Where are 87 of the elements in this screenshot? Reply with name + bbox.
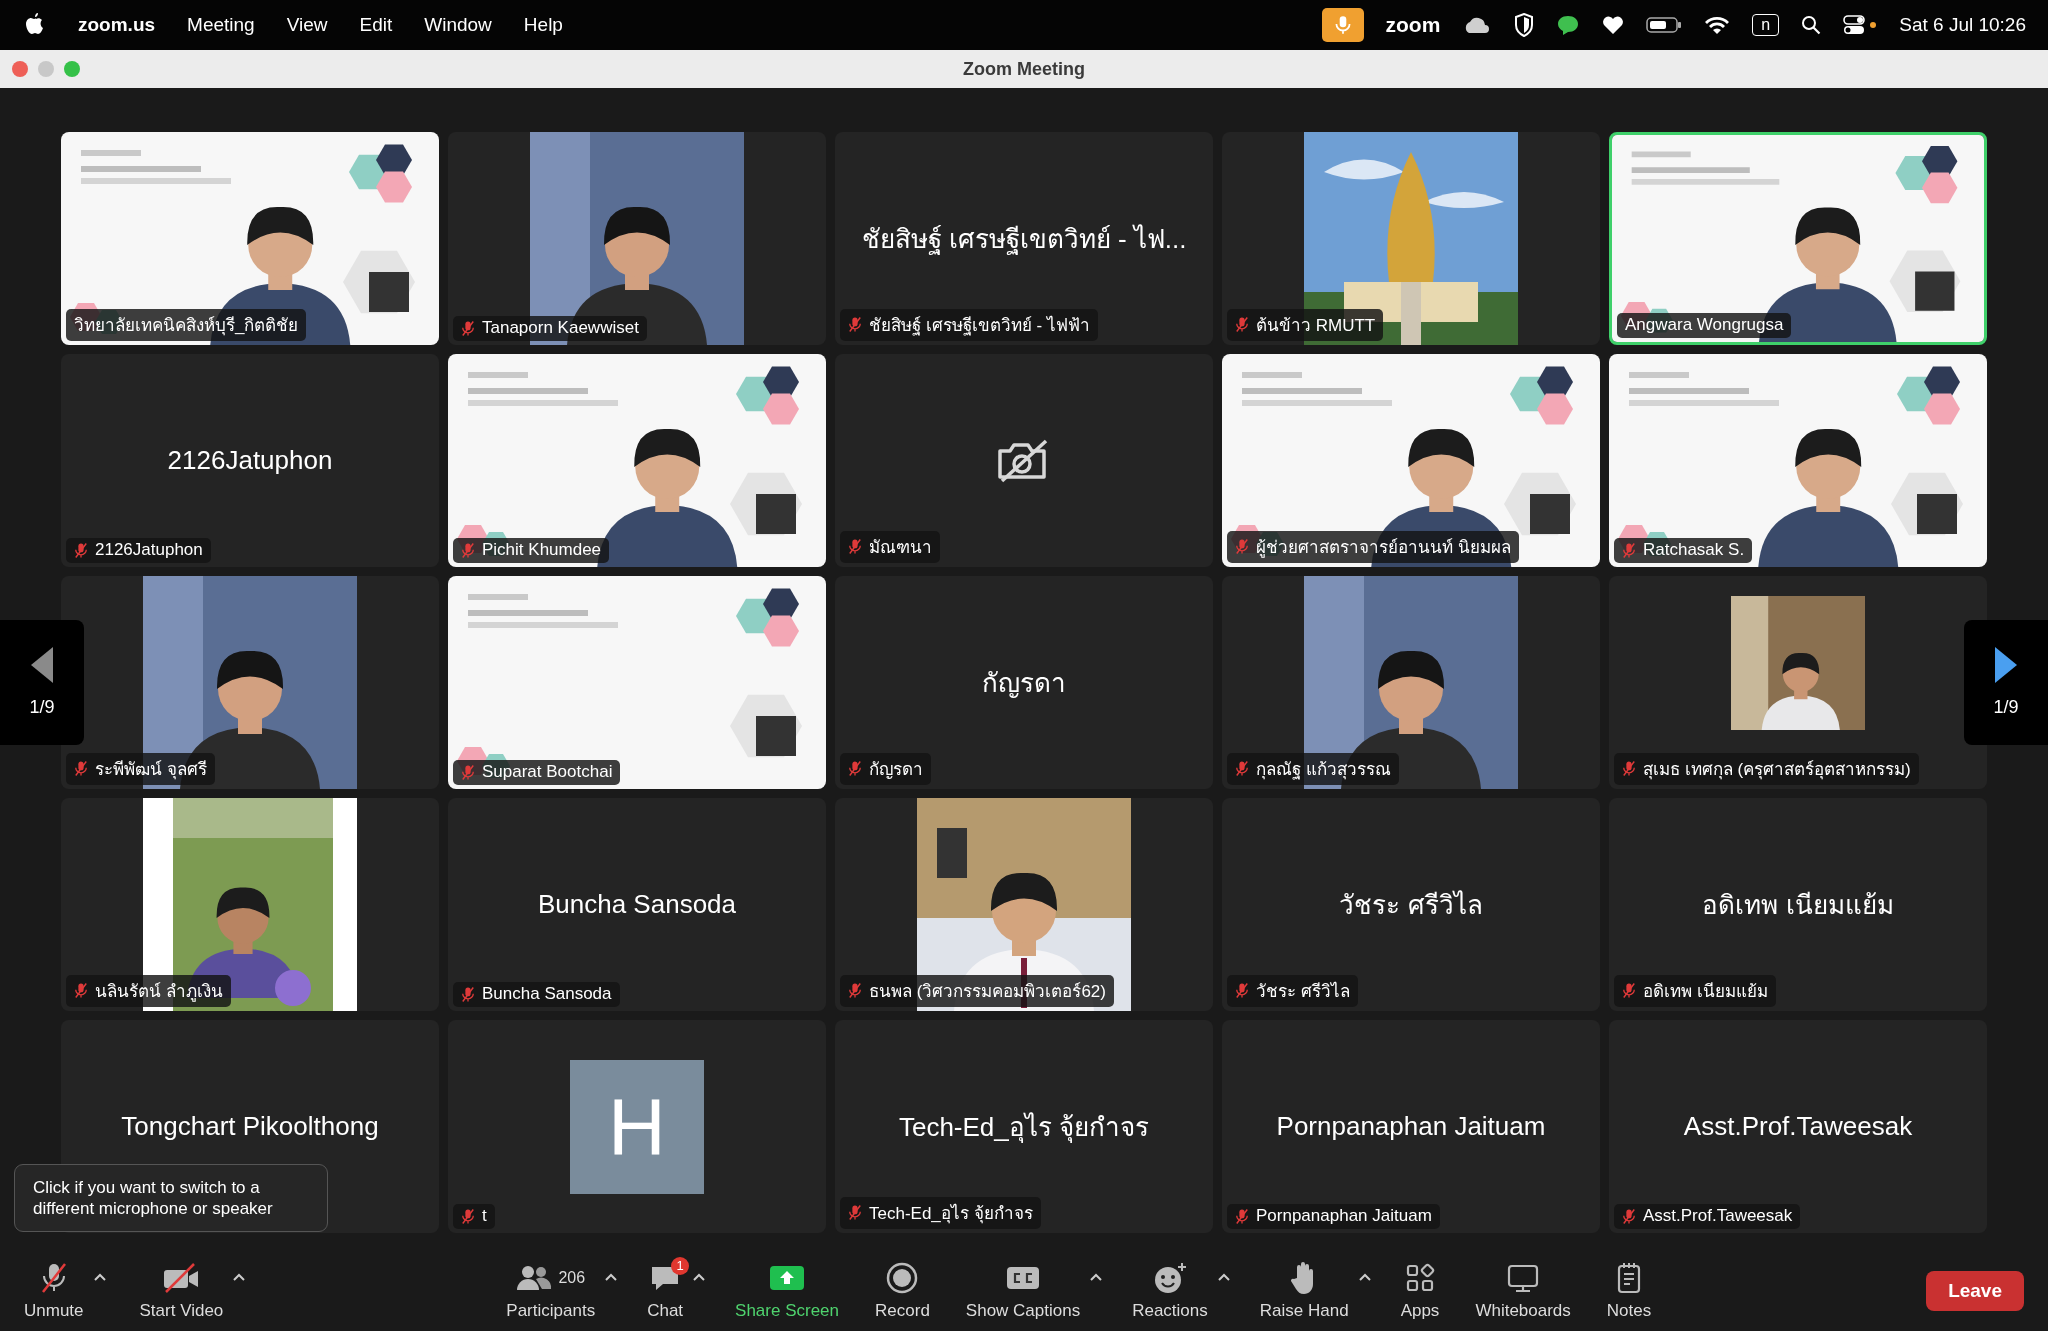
caret-icon[interactable] bbox=[93, 1272, 106, 1281]
caret-icon[interactable] bbox=[1358, 1272, 1371, 1281]
leave-button[interactable]: Leave bbox=[1926, 1270, 2024, 1311]
toolbar-button[interactable]: Reactions bbox=[1126, 1260, 1214, 1321]
input-source-indicator[interactable]: n bbox=[1752, 14, 1780, 36]
participant-name: Asst.Prof.Taweesak bbox=[1643, 1206, 1793, 1226]
window-title: Zoom Meeting bbox=[963, 58, 1085, 80]
participant-name: วิทยาลัยเทคนิคสิงห์บุรี_กิตติชัย bbox=[74, 315, 299, 338]
close-button[interactable] bbox=[12, 61, 28, 77]
record-icon bbox=[886, 1261, 919, 1294]
battery-icon[interactable] bbox=[1646, 16, 1683, 34]
whiteboard-icon bbox=[1506, 1262, 1541, 1293]
caret-icon[interactable] bbox=[1217, 1272, 1230, 1281]
participant-name: ผู้ช่วยศาสตราจารย์อานนท์ นิยมผล bbox=[1256, 537, 1511, 560]
participant-name-display: Buncha Sansoda bbox=[536, 889, 737, 920]
participant-name: Pornpanaphan Jaituam bbox=[1256, 1206, 1432, 1226]
participant-name: สุเมธ เทศกุล (ครุศาสตร์อุตสาหกรรม) bbox=[1643, 759, 1911, 782]
app-status-item[interactable]: zoom bbox=[1385, 13, 1441, 37]
app-menu[interactable]: zoom.us bbox=[78, 14, 156, 36]
participant-name: ต้นข้าว RMUTT bbox=[1256, 315, 1376, 337]
menu-item[interactable]: Help bbox=[523, 14, 563, 36]
toolbar-button[interactable]: Share Screen bbox=[729, 1260, 846, 1321]
participant-name: นลินรัตน์ ลำภูเงิน bbox=[95, 981, 223, 1004]
participant-name: t bbox=[482, 1206, 487, 1226]
avatar-initial: H bbox=[570, 1059, 704, 1194]
menu-bar-clock[interactable]: Sat 6 Jul 10:26 bbox=[1899, 14, 2026, 36]
notes-icon bbox=[1616, 1261, 1642, 1294]
toolbar-button[interactable]: Notes bbox=[1600, 1260, 1658, 1321]
participant-name: กุลณัฐ แก้วสุวรรณ bbox=[1256, 759, 1391, 782]
participant-name: อดิเทพ เนียมแย้ม bbox=[1643, 981, 1768, 1003]
participant-name: 2126Jatuphon bbox=[95, 540, 203, 560]
apps-icon bbox=[1405, 1262, 1435, 1293]
chat-bubble-icon[interactable] bbox=[1556, 13, 1581, 37]
participant-name: ธนพล (วิศวกรรมคอมพิวเตอร์62) bbox=[869, 981, 1106, 1003]
people-icon bbox=[516, 1263, 553, 1292]
caret-icon[interactable] bbox=[693, 1272, 706, 1281]
control-center-icon[interactable] bbox=[1843, 14, 1878, 36]
toolbar-button[interactable]: Show Captions bbox=[959, 1260, 1087, 1321]
participant-name-display: ชัยสิษฐ์ เศรษฐีเขตวิทย์ - ไฟ... bbox=[860, 223, 1188, 257]
participant-name: Angwara Wongrugsa bbox=[1625, 315, 1784, 335]
caret-icon[interactable] bbox=[605, 1272, 618, 1281]
participant-name: ชัยสิษฐ์ เศรษฐีเขตวิทย์ - ไฟฟ้า bbox=[869, 314, 1090, 338]
toolbar-button[interactable]: Unmute bbox=[18, 1260, 90, 1321]
participant-name: Tech-Ed_อุไร จุ้ยกำจร bbox=[869, 1202, 1033, 1226]
toolbar-button[interactable]: Whiteboards bbox=[1469, 1260, 1577, 1321]
right-arrow-icon bbox=[1995, 647, 2017, 683]
wifi-icon[interactable] bbox=[1704, 15, 1731, 35]
menu-item[interactable]: Edit bbox=[359, 14, 393, 36]
participant-name-display: กัญรดา bbox=[981, 667, 1067, 700]
participant-name: กัญรดา bbox=[869, 759, 923, 781]
menu-item[interactable]: Window bbox=[424, 14, 492, 36]
participant-name: Buncha Sansoda bbox=[482, 984, 612, 1004]
caret-icon[interactable] bbox=[233, 1272, 246, 1281]
participant-name-display: Tongchart Pikoolthong bbox=[120, 1111, 380, 1142]
participant-name-display: วัชระ ศรีวิไล bbox=[1338, 889, 1484, 922]
toolbar-button[interactable]: 206 Participants bbox=[500, 1260, 602, 1321]
participant-name-display: Tech-Ed_อุไร จุ้ยกำจร bbox=[897, 1111, 1151, 1145]
tooltip: Click if you want to switch to a different microphone or speaker bbox=[14, 1164, 328, 1232]
participant-name: มัณฑนา bbox=[869, 537, 932, 559]
participant-name: วัชระ ศรีวิไล bbox=[1256, 980, 1350, 1003]
apple-icon[interactable] bbox=[26, 13, 46, 37]
participant-name-display: Pornpanaphan Jaituam bbox=[1275, 1111, 1547, 1142]
microphone-status-icon[interactable] bbox=[1321, 8, 1364, 42]
participant-name: Ratchasak S. bbox=[1643, 540, 1745, 560]
participant-name: Suparat Bootchai bbox=[482, 762, 613, 782]
video-off-icon bbox=[162, 1262, 201, 1293]
toolbar-button[interactable]: Record bbox=[869, 1260, 936, 1321]
participant-name-display: Asst.Prof.Taweesak bbox=[1682, 1111, 1914, 1142]
shield-icon[interactable] bbox=[1514, 13, 1535, 37]
participant-name: ระพีพัฒน์ จุลศรี bbox=[95, 759, 207, 782]
toolbar-button[interactable]: Raise Hand bbox=[1253, 1260, 1355, 1321]
menu-item[interactable]: View bbox=[286, 14, 328, 36]
participant-name: Tanaporn Kaewwiset bbox=[482, 318, 639, 338]
toolbar-button[interactable]: Start Video bbox=[133, 1260, 230, 1321]
left-arrow-icon bbox=[31, 647, 53, 683]
heart-icon[interactable] bbox=[1602, 15, 1625, 35]
toolbar-button[interactable]: Apps bbox=[1394, 1260, 1446, 1321]
smiley-icon bbox=[1153, 1261, 1187, 1294]
next-page-button[interactable]: 1/9 bbox=[1964, 620, 2048, 745]
menu-item[interactable]: Meeting bbox=[187, 14, 255, 36]
share-screen-icon bbox=[769, 1263, 806, 1292]
participant-name-display: อดิเทพ เนียมแย้ม bbox=[1701, 889, 1895, 922]
participant-name: Pichit Khumdee bbox=[482, 540, 602, 560]
search-icon[interactable] bbox=[1801, 15, 1822, 35]
participant-name-display: 2126Jatuphon bbox=[166, 445, 334, 476]
unread-badge: 1 bbox=[671, 1256, 690, 1275]
caret-icon[interactable] bbox=[1090, 1272, 1103, 1281]
